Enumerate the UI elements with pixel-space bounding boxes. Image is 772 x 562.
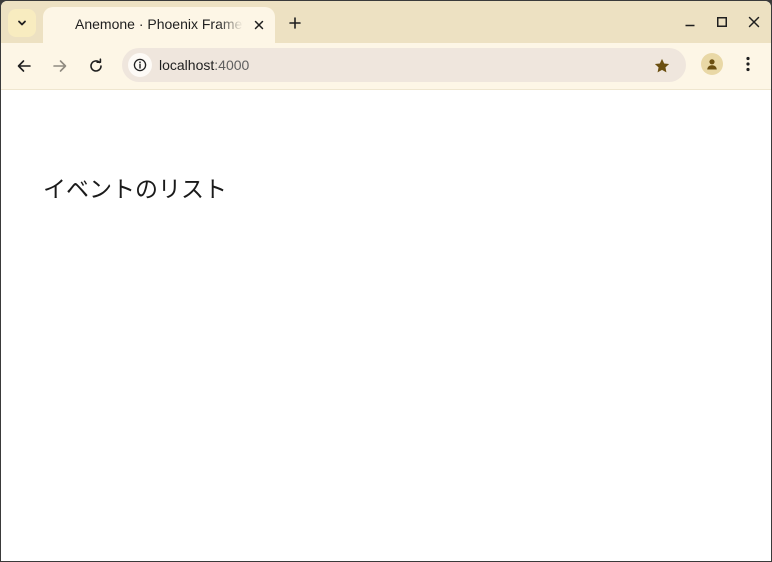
tab-search-button[interactable]: [8, 9, 36, 37]
maximize-button[interactable]: [711, 11, 733, 33]
page-title: イベントのリスト: [43, 177, 227, 203]
kebab-menu-icon: [746, 56, 750, 72]
close-window-button[interactable]: [743, 11, 765, 33]
site-info-button[interactable]: [128, 53, 152, 77]
browser-menu-button[interactable]: [737, 53, 759, 75]
tab-strip: Anemone · Phoenix Framework: [1, 1, 771, 43]
close-icon: [254, 20, 264, 30]
arrow-right-icon: [52, 58, 68, 74]
forward-button[interactable]: [45, 51, 75, 81]
person-icon: [705, 57, 719, 71]
bookmark-button[interactable]: [650, 54, 674, 78]
back-button[interactable]: [9, 51, 39, 81]
new-tab-button[interactable]: [281, 9, 309, 37]
reload-button[interactable]: [81, 51, 111, 81]
minimize-button[interactable]: [679, 11, 701, 33]
close-icon: [748, 16, 760, 28]
tab-close-button[interactable]: [249, 15, 269, 35]
arrow-left-icon: [16, 58, 32, 74]
plus-icon: [289, 17, 301, 29]
reload-icon: [88, 58, 104, 74]
address-bar[interactable]: localhost:4000: [122, 48, 686, 82]
page-viewport: イベントのリスト: [1, 90, 771, 561]
profile-button[interactable]: [701, 53, 723, 75]
maximize-icon: [716, 16, 728, 28]
browser-toolbar: localhost:4000: [1, 43, 771, 90]
url-port: :4000: [214, 57, 250, 73]
info-icon: [133, 58, 147, 72]
tab-active[interactable]: Anemone · Phoenix Framework: [43, 7, 275, 43]
tab-title: Anemone · Phoenix Framework: [75, 16, 243, 32]
chevron-down-icon: [16, 17, 28, 29]
star-icon: [653, 57, 671, 75]
browser-window: Anemone · Phoenix Framework: [1, 1, 771, 561]
url-host: localhost: [159, 57, 215, 73]
url-text: localhost:4000: [159, 57, 249, 73]
minimize-icon: [684, 16, 696, 28]
